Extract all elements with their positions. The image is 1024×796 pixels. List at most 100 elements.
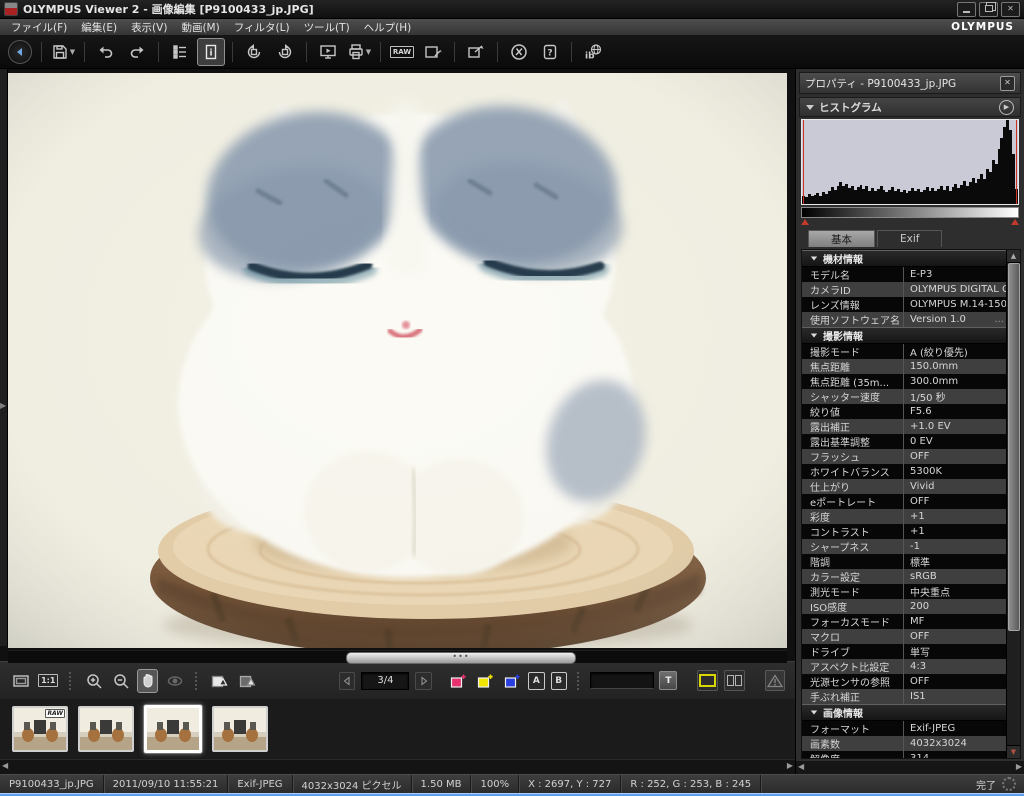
property-row[interactable]: 手ぶれ補正IS1	[802, 689, 1007, 704]
next-image-button[interactable]	[415, 672, 431, 690]
property-row[interactable]: マクロOFF	[802, 629, 1007, 644]
property-row[interactable]: 露出基準調整0 EV	[802, 434, 1007, 449]
restore-button[interactable]	[979, 2, 998, 17]
save-dropdown-arrow[interactable]: ▼	[70, 48, 75, 56]
redo-button[interactable]	[123, 38, 151, 66]
property-row[interactable]: カラー設定sRGB	[802, 569, 1007, 584]
scroll-left-icon[interactable]: ◀	[798, 762, 804, 771]
property-row[interactable]: 焦点距離150.0mm	[802, 359, 1007, 374]
property-row[interactable]: シャープネス-1	[802, 539, 1007, 554]
thumbnail[interactable]	[78, 706, 134, 752]
zoom-in-button[interactable]	[83, 669, 104, 693]
property-row[interactable]: 解像度314	[802, 751, 1007, 759]
scroll-down-icon[interactable]: ▼	[1007, 745, 1020, 758]
export-share-button[interactable]	[462, 38, 490, 66]
scroll-right-icon[interactable]: ▶	[1016, 762, 1022, 771]
mark-yellow-button[interactable]	[474, 669, 495, 693]
section-header[interactable]: 機材情報	[802, 250, 1007, 267]
rotate-left-button[interactable]	[240, 38, 268, 66]
palette-collapse-handle[interactable]: ▶	[0, 69, 8, 646]
text-tool-button[interactable]: T	[659, 671, 677, 690]
histogram-header[interactable]: ヒストグラム ▶	[799, 97, 1021, 117]
ib-upload-button[interactable]: ib	[579, 38, 607, 66]
info-properties-button[interactable]: i	[197, 38, 225, 66]
highlight-warning-button[interactable]	[236, 669, 257, 693]
save-button[interactable]: ▼	[49, 38, 77, 66]
photo-canvas[interactable]	[8, 73, 787, 648]
property-row[interactable]: フォーカスモードMF	[802, 614, 1007, 629]
compare-b-button[interactable]: B	[551, 672, 567, 690]
panel-close-button[interactable]: ✕	[1000, 76, 1015, 91]
image-horizontal-scrollbar[interactable]: •••	[8, 650, 787, 663]
thumbnail-selected[interactable]	[144, 705, 202, 753]
menu-item[interactable]: 表示(V)	[124, 22, 174, 34]
clipping-warning-button[interactable]	[765, 670, 785, 691]
previous-image-button[interactable]	[339, 672, 355, 690]
actual-size-button[interactable]: 1:1	[37, 669, 59, 693]
property-row[interactable]: 撮影モードA (絞り優先)	[802, 344, 1007, 359]
highlight-marker[interactable]	[1011, 219, 1019, 225]
property-row[interactable]: モデル名E-P3	[802, 267, 1007, 282]
thumbnail[interactable]: RAW	[12, 706, 68, 752]
property-row[interactable]: レンズ情報OLYMPUS M.14-150mm...	[802, 297, 1007, 312]
property-row[interactable]: 階調標準	[802, 554, 1007, 569]
property-row[interactable]: 仕上がりVivid	[802, 479, 1007, 494]
image-scrollbar-handle[interactable]: •••	[346, 652, 576, 664]
compare-a-button[interactable]: A	[528, 672, 544, 690]
menu-item[interactable]: フィルタ(L)	[227, 22, 297, 34]
menu-item[interactable]: ツール(T)	[297, 22, 357, 34]
menu-item[interactable]: 動画(M)	[174, 22, 226, 34]
property-row[interactable]: ドライブ単写	[802, 644, 1007, 659]
compare-view-button[interactable]	[724, 670, 745, 691]
back-button[interactable]	[6, 38, 34, 66]
section-header[interactable]: 撮影情報	[802, 327, 1007, 344]
property-row[interactable]: カメラIDOLYMPUS DIGITAL CA...	[802, 282, 1007, 297]
menu-item[interactable]: ファイル(F)	[4, 22, 74, 34]
property-row[interactable]: 光源センサの参照OFF	[802, 674, 1007, 689]
scroll-right-icon[interactable]: ▶	[787, 761, 793, 770]
menu-item[interactable]: 編集(E)	[74, 22, 124, 34]
settings-button[interactable]	[505, 38, 533, 66]
property-row[interactable]: ISO感度200	[802, 599, 1007, 614]
mark-blue-button[interactable]	[501, 669, 522, 693]
shadow-marker[interactable]	[801, 219, 809, 225]
properties-vertical-scrollbar[interactable]: ▲ ▼	[1006, 250, 1020, 758]
scroll-up-icon[interactable]: ▲	[1007, 250, 1020, 263]
property-row[interactable]: 焦点距離 (35m...300.0mm	[802, 374, 1007, 389]
scroll-left-icon[interactable]: ◀	[2, 761, 8, 770]
property-row[interactable]: eポートレートOFF	[802, 494, 1007, 509]
property-row[interactable]: 露出補正+1.0 EV	[802, 419, 1007, 434]
print-dropdown-arrow[interactable]: ▼	[366, 48, 371, 56]
property-row[interactable]: ホワイトバランス5300K	[802, 464, 1007, 479]
section-header[interactable]: 画像情報	[802, 704, 1007, 721]
property-row[interactable]: 絞り値F5.6	[802, 404, 1007, 419]
property-row[interactable]: 使用ソフトウェア名Version 1.0...	[802, 312, 1007, 327]
menu-item[interactable]: ヘルプ(H)	[357, 22, 419, 34]
property-row[interactable]: アスペクト比設定4:3	[802, 659, 1007, 674]
raw-develop-button[interactable]: RAW	[388, 38, 416, 66]
rotate-right-button[interactable]	[271, 38, 299, 66]
slideshow-button[interactable]	[314, 38, 342, 66]
undo-button[interactable]	[92, 38, 120, 66]
close-button[interactable]: ✕	[1001, 2, 1020, 17]
tab-Exif[interactable]: Exif	[877, 230, 942, 247]
thumbnail-scrollbar[interactable]: ◀ ▶	[0, 759, 795, 774]
text-annotation-input[interactable]	[590, 672, 654, 689]
tab-基本[interactable]: 基本	[808, 230, 875, 247]
thumbnail[interactable]	[212, 706, 268, 752]
help-button[interactable]: ?	[536, 38, 564, 66]
properties-horizontal-scrollbar[interactable]: ◀ ▶	[796, 760, 1024, 774]
edit-image-button[interactable]	[419, 38, 447, 66]
histogram-options-button[interactable]: ▶	[999, 100, 1014, 115]
property-row[interactable]: フォーマットExif-JPEG	[802, 721, 1007, 736]
property-row[interactable]: シャッター速度1/50 秒	[802, 389, 1007, 404]
minimize-button[interactable]	[957, 2, 976, 17]
thumbnail-list-button[interactable]	[166, 38, 194, 66]
property-row[interactable]: 彩度+1	[802, 509, 1007, 524]
fit-to-window-button[interactable]	[10, 669, 31, 693]
scrollbar-thumb[interactable]	[1008, 263, 1020, 631]
property-row[interactable]: コントラスト+1	[802, 524, 1007, 539]
shadow-warning-button[interactable]	[209, 669, 230, 693]
mark-red-button[interactable]	[447, 669, 468, 693]
single-view-button[interactable]	[697, 670, 718, 691]
